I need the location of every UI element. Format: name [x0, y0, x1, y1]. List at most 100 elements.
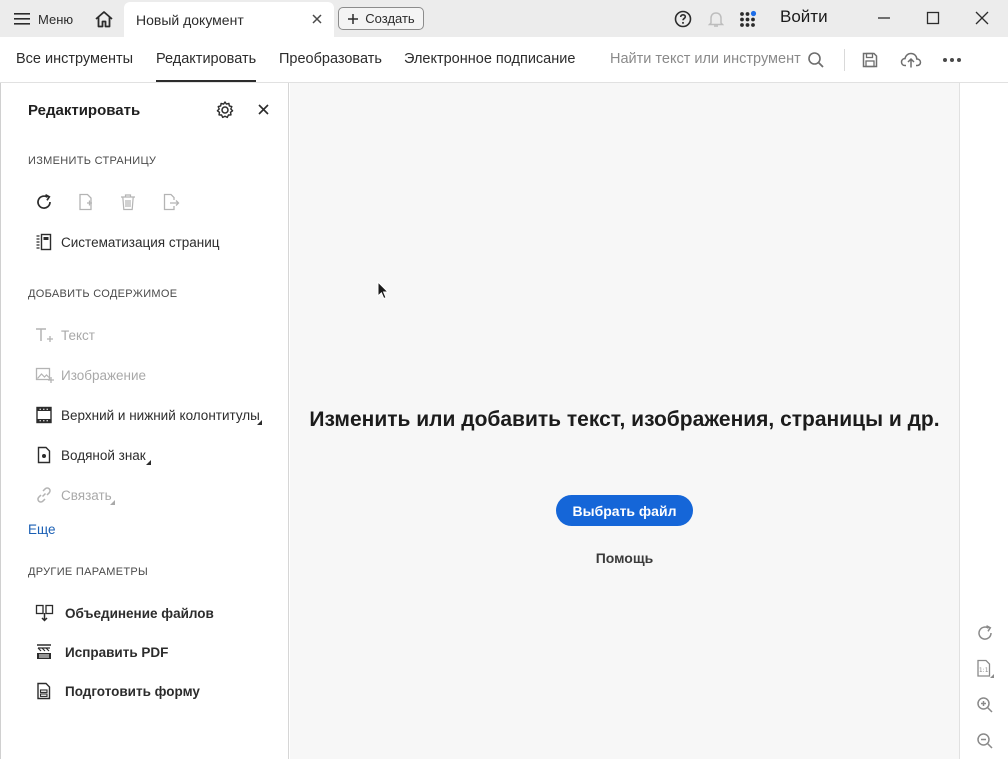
- rotate-icon: [37, 194, 51, 209]
- zoom-in-icon: [977, 697, 993, 713]
- zoom-in-button[interactable]: [974, 694, 996, 716]
- tools-toolbar: Все инструменты Редактировать Преобразов…: [0, 37, 1008, 83]
- more-link[interactable]: Еще: [28, 522, 55, 537]
- create-button[interactable]: Создать: [338, 7, 424, 30]
- empty-state-headline: Изменить или добавить текст, изображения…: [309, 408, 940, 431]
- help-circle-icon: [674, 10, 692, 28]
- fix-pdf-item[interactable]: Исправить PDF: [35, 641, 168, 663]
- help-link[interactable]: Помощь: [290, 550, 959, 566]
- rotate-page-button[interactable]: [34, 192, 54, 212]
- document-tab[interactable]: Новый документ: [124, 2, 334, 37]
- insert-page-button[interactable]: [76, 192, 96, 212]
- organize-pages-label: Систематизация страниц: [61, 234, 220, 250]
- mouse-cursor-icon: [377, 281, 389, 300]
- save-icon: [862, 52, 878, 68]
- search-icon: [808, 52, 824, 68]
- image-add-icon: [35, 367, 54, 383]
- close-panel-icon[interactable]: [257, 103, 270, 116]
- cloud-upload-icon: [900, 52, 922, 68]
- header-footer-label: Верхний и нижний колонтитулы: [61, 407, 260, 423]
- extract-page-button[interactable]: [161, 192, 181, 212]
- add-image-label: Изображение: [61, 367, 147, 383]
- tab-e-sign[interactable]: Электронное подписание: [404, 51, 575, 67]
- link-item[interactable]: Связать: [35, 484, 115, 506]
- watermark-icon: [37, 446, 51, 464]
- prepare-form-label: Подготовить форму: [65, 683, 200, 699]
- gear-icon[interactable]: [215, 100, 235, 120]
- svg-text:1:1: 1:1: [979, 667, 989, 674]
- title-bar: Меню Новый документ Создать Войти: [0, 0, 1008, 37]
- home-button[interactable]: [92, 7, 116, 31]
- header-footer-item[interactable]: Верхний и нижний колонтитулы: [35, 404, 262, 426]
- fix-pdf-icon: [37, 644, 51, 659]
- add-text-label: Текст: [61, 327, 95, 343]
- more-horizontal-icon: [943, 58, 961, 62]
- bell-icon: [708, 12, 724, 27]
- close-icon: [975, 11, 989, 25]
- menu-label: Меню: [38, 11, 74, 27]
- notifications-button[interactable]: [706, 9, 726, 29]
- add-image-item[interactable]: Изображение: [35, 364, 146, 386]
- link-icon: [37, 487, 51, 503]
- more-options-button[interactable]: [941, 49, 963, 71]
- form-icon: [37, 682, 51, 700]
- insert-page-icon: [79, 193, 92, 211]
- actual-size-button[interactable]: 1:1: [974, 658, 996, 680]
- watermark-item[interactable]: Водяной знак: [35, 444, 151, 466]
- delete-page-button[interactable]: [118, 192, 138, 212]
- submenu-corner-icon: [110, 500, 115, 505]
- menu-button[interactable]: Меню: [14, 9, 73, 29]
- create-label: Создать: [365, 11, 415, 26]
- hamburger-icon: [14, 13, 30, 25]
- zoom-out-button[interactable]: [974, 730, 996, 752]
- combine-files-icon: [35, 604, 54, 622]
- close-tab-icon[interactable]: [310, 12, 324, 26]
- tab-all-tools[interactable]: Все инструменты: [16, 51, 133, 67]
- plus-icon: [348, 13, 359, 24]
- submenu-corner-icon: [257, 420, 262, 425]
- trash-icon: [121, 194, 135, 211]
- home-icon: [95, 11, 113, 28]
- combine-files-label: Объединение файлов: [65, 605, 214, 621]
- minimize-icon: [878, 17, 890, 19]
- apps-grid-icon: [740, 10, 757, 27]
- rotate-view-button[interactable]: [974, 622, 996, 644]
- section-other: ДРУГИЕ ПАРАМЕТРЫ: [28, 566, 149, 578]
- minimize-button[interactable]: [872, 6, 896, 30]
- edit-panel: Редактировать ИЗМЕНИТЬ СТРАНИЦУ Системат…: [0, 83, 289, 759]
- text-add-icon: [36, 328, 53, 342]
- search-input[interactable]: Найти текст или инструмент: [610, 51, 801, 67]
- fix-pdf-label: Исправить PDF: [65, 644, 169, 660]
- add-text-item[interactable]: Текст: [35, 324, 95, 346]
- section-change-page: ИЗМЕНИТЬ СТРАНИЦУ: [28, 155, 157, 167]
- section-add-content: ДОБАВИТЬ СОДЕРЖИМОЕ: [28, 288, 178, 300]
- extract-page-icon: [163, 193, 180, 211]
- rotate-view-icon: [978, 625, 992, 640]
- tab-convert[interactable]: Преобразовать: [279, 51, 382, 67]
- maximize-button[interactable]: [921, 6, 945, 30]
- toolbar-divider: [844, 49, 845, 71]
- organize-pages-icon: [36, 233, 52, 251]
- right-rail: 1:1: [959, 83, 1008, 759]
- close-window-button[interactable]: [970, 6, 994, 30]
- login-link[interactable]: Войти: [780, 7, 828, 27]
- watermark-label: Водяной знак: [61, 447, 146, 463]
- zoom-out-icon: [977, 733, 993, 749]
- actual-size-icon: 1:1: [977, 659, 994, 678]
- document-area[interactable]: Изменить или добавить текст, изображения…: [290, 83, 959, 759]
- upload-button[interactable]: [900, 49, 922, 71]
- save-button[interactable]: [859, 49, 881, 71]
- choose-file-button[interactable]: Выбрать файл: [556, 495, 693, 526]
- header-footer-icon: [36, 406, 52, 424]
- combine-files-item[interactable]: Объединение файлов: [35, 602, 214, 624]
- prepare-form-item[interactable]: Подготовить форму: [35, 680, 200, 702]
- submenu-corner-icon: [146, 460, 151, 465]
- maximize-icon: [926, 11, 940, 25]
- search-button[interactable]: [805, 49, 827, 71]
- organize-pages-item[interactable]: Систематизация страниц: [35, 231, 220, 253]
- help-button[interactable]: [673, 9, 693, 29]
- tab-edit[interactable]: Редактировать: [156, 51, 257, 82]
- document-tab-label: Новый документ: [136, 11, 244, 28]
- apps-button[interactable]: [738, 9, 758, 29]
- panel-title: Редактировать: [28, 102, 141, 119]
